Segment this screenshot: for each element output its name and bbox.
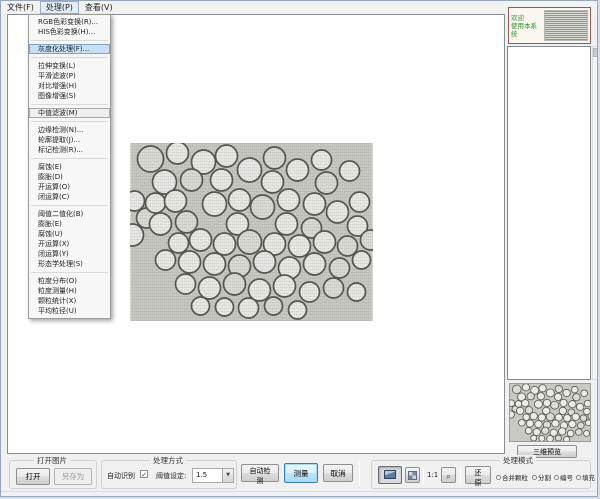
radio-icon[interactable] (496, 475, 501, 480)
display-group: 处理模式 1:1 ⌕ 还原 合并颗粒分割编号填充 (371, 460, 591, 489)
open-button[interactable]: 打开 (16, 468, 50, 485)
dropdown-menu: RGB色彩变换(R)...HIS色彩变换(H)... 灰度化处理(F)... 拉伸变… (28, 14, 111, 319)
menu-item[interactable]: 平滑滤波(P) (29, 71, 110, 81)
threshold-label: 阈值设定: (156, 471, 186, 481)
status-bar (1, 491, 597, 496)
micrograph-image (130, 143, 373, 321)
menu-separator (31, 57, 108, 58)
noise-thumbnail (544, 10, 588, 41)
menu-item[interactable]: 拉伸变换(L) (29, 61, 110, 71)
menu-item[interactable]: 边缘检测(N)... (29, 125, 110, 135)
menu-item[interactable]: HIS色彩变换(H)... (29, 27, 110, 37)
mode-group: 处理方式 自动识别 ✓ 阈值设定: 1.5 ▼ (101, 460, 237, 489)
menu-view[interactable]: 查看(V) (79, 1, 119, 14)
welcome-line-1: 欢迎 (511, 14, 543, 22)
mode-group-label: 处理方式 (150, 455, 186, 466)
welcome-text: 欢迎 使用本系统 (509, 14, 543, 38)
display-option[interactable]: 编号 (554, 472, 573, 482)
vertical-scrollbar[interactable] (592, 46, 598, 380)
toolbar-divider (359, 462, 360, 486)
result-listbox[interactable] (507, 46, 591, 380)
radio-icon[interactable] (532, 475, 537, 480)
menu-item[interactable]: 腐蚀(E) (29, 162, 110, 172)
menu-item[interactable]: 形态学处理(S) (29, 259, 110, 269)
image-icon (384, 470, 396, 479)
menu-item[interactable]: 闭运算(Y) (29, 249, 110, 259)
menu-item[interactable]: 膨胀(D) (29, 172, 110, 182)
open-group-label: 打开图片 (34, 455, 70, 466)
menu-separator (31, 205, 108, 206)
auto-detect-label: 自动识别 (107, 471, 135, 481)
preview-thumbnail (509, 383, 591, 442)
display-group-label: 处理模式 (500, 455, 536, 466)
info-panel: 欢迎 使用本系统 (508, 7, 591, 44)
menu-item[interactable]: 开运算(X) (29, 239, 110, 249)
menu-item[interactable]: 开运算(O) (29, 182, 110, 192)
welcome-line-2: 使用本系统 (511, 22, 543, 38)
menu-item[interactable]: 轮廓提取(J)... (29, 135, 110, 145)
display-divider-2 (460, 466, 461, 485)
menu-item[interactable]: 阈值二值化(B) (29, 209, 110, 219)
menu-item[interactable]: 图像增强(S) (29, 91, 110, 101)
menu-item[interactable]: RGB色彩变换(R)... (29, 17, 110, 27)
micrograph-svg (130, 143, 373, 321)
menu-item[interactable]: 平均粒径(U) (29, 306, 110, 316)
menu-item[interactable]: 标记检测(R)... (29, 145, 110, 155)
app-window: 文件(F) 处理(P) 查看(V) RGB色彩变换(R)...HIS色彩变换(H… (0, 0, 598, 497)
menu-item[interactable]: 灰度化处理(F)... (29, 44, 110, 54)
menu-separator (31, 158, 108, 159)
menu-file[interactable]: 文件(F) (1, 1, 40, 14)
menu-item[interactable]: 对比增强(H) (29, 81, 110, 91)
menu-item[interactable]: 闭运算(C) (29, 192, 110, 202)
display-divider-1 (423, 466, 424, 485)
auto-detect-checkbox[interactable]: ✓ (140, 470, 148, 478)
display-option[interactable]: 填充 (576, 472, 595, 482)
display-option[interactable]: 合并颗粒 (496, 472, 528, 482)
menu-item[interactable]: 膨胀(E) (29, 219, 110, 229)
auto-detect-button[interactable]: 自动检测 (241, 464, 279, 482)
measure-button[interactable]: 测量 (284, 463, 318, 483)
open-group: 打开图片 打开 另存为 (9, 460, 97, 489)
menu-item[interactable]: 中值滤波(M) (29, 108, 110, 118)
menu-separator (31, 40, 108, 41)
preview-thumbnail-svg (510, 384, 591, 442)
menu-separator (31, 272, 108, 273)
menu-item[interactable]: 腐蚀(U) (29, 229, 110, 239)
menu-item[interactable]: 颗粒统计(X) (29, 296, 110, 306)
save-as-button[interactable]: 另存为 (54, 468, 92, 485)
display-option[interactable]: 分割 (532, 472, 551, 482)
zoom-button[interactable]: ⌕ (441, 467, 456, 483)
menu-item[interactable]: 粒度分布(O) (29, 276, 110, 286)
menu-item[interactable]: 粒度测量(H) (29, 286, 110, 296)
restore-button[interactable]: 还原 (465, 466, 491, 484)
zoom-ratio-label: 1:1 (427, 471, 438, 479)
threshold-combobox[interactable]: 1.5 ▼ (192, 468, 234, 483)
cancel-button[interactable]: 取消 (323, 464, 353, 482)
grid-icon (408, 471, 417, 480)
scrollbar-thumb[interactable] (593, 48, 598, 57)
menu-process[interactable]: 处理(P) (40, 1, 79, 14)
menu-separator (31, 104, 108, 105)
menu-separator (31, 121, 108, 122)
image-view-button[interactable] (378, 466, 402, 484)
radio-icon[interactable] (576, 475, 581, 480)
threshold-value: 1.5 (196, 471, 207, 479)
magnifier-icon: ⌕ (446, 472, 451, 482)
grid-view-button[interactable] (405, 467, 420, 483)
combo-arrow-icon[interactable]: ▼ (222, 469, 233, 482)
radio-icon[interactable] (554, 475, 559, 480)
